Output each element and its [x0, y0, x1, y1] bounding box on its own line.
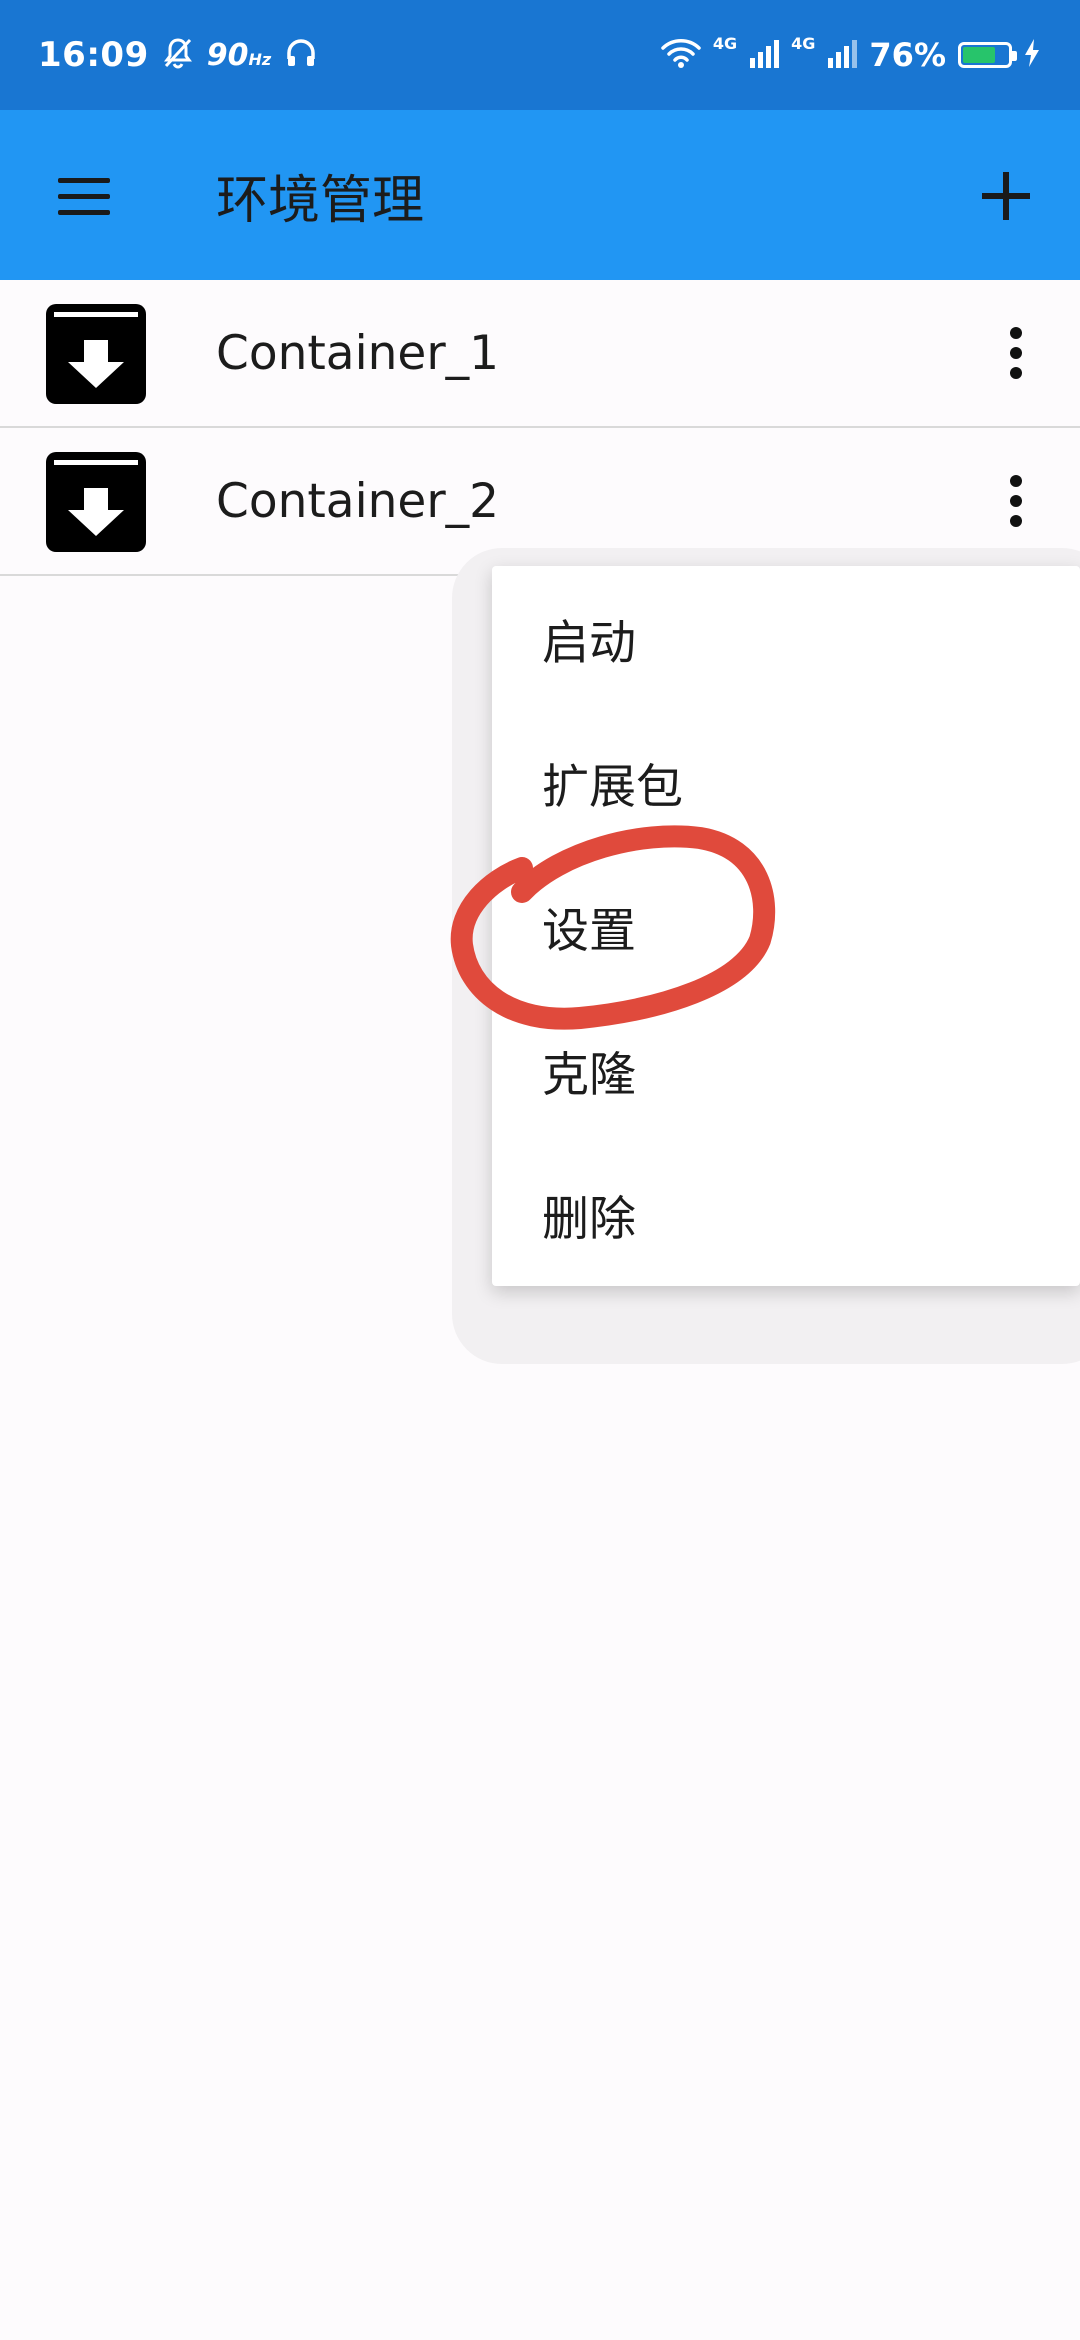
status-time: 16:09 [38, 35, 149, 75]
network-type-1: 4G [712, 33, 738, 53]
refresh-rate: 90Hz [206, 37, 272, 73]
menu-item-start[interactable]: 启动 [492, 566, 1080, 710]
battery-percent: 76% [869, 36, 946, 74]
list-item-container-1[interactable]: Container_1 [0, 280, 1080, 428]
wifi-icon [661, 37, 701, 73]
network-type-2: 4G [791, 33, 816, 53]
archive-download-icon [42, 448, 150, 556]
menu-item-extensions[interactable]: 扩展包 [492, 710, 1080, 854]
signal-icon-2 [827, 38, 858, 72]
container-name: Container_2 [216, 473, 500, 529]
more-options-button[interactable] [986, 323, 1046, 383]
context-menu: 启动 扩展包 设置 克隆 删除 [492, 566, 1080, 1286]
app-bar: 环境管理 [0, 110, 1080, 280]
more-vertical-icon [1010, 475, 1022, 527]
page-title: 环境管理 [216, 170, 425, 231]
status-right: 4G 4G 76% [661, 0, 1040, 110]
container-list: Container_1 Container_2 [0, 280, 1080, 576]
headphones-icon [285, 37, 317, 73]
battery-level [963, 47, 996, 63]
plus-icon [982, 172, 1030, 220]
charging-bolt-icon [1024, 39, 1040, 71]
menu-item-delete[interactable]: 删除 [492, 1142, 1080, 1286]
status-left: 16:09 90Hz [38, 0, 317, 110]
status-bar: 16:09 90Hz 4G 4G 76% [0, 0, 1080, 110]
add-container-button[interactable] [978, 168, 1034, 224]
more-options-button[interactable] [986, 471, 1046, 531]
battery-icon [958, 42, 1017, 68]
container-name: Container_1 [216, 325, 500, 381]
archive-download-icon [42, 300, 150, 408]
hamburger-menu-icon[interactable] [54, 172, 114, 220]
menu-item-clone[interactable]: 克隆 [492, 998, 1080, 1142]
signal-icon-1 [749, 38, 780, 72]
silent-bell-icon [163, 37, 193, 73]
menu-item-settings[interactable]: 设置 [492, 854, 1080, 998]
more-vertical-icon [1010, 327, 1022, 379]
